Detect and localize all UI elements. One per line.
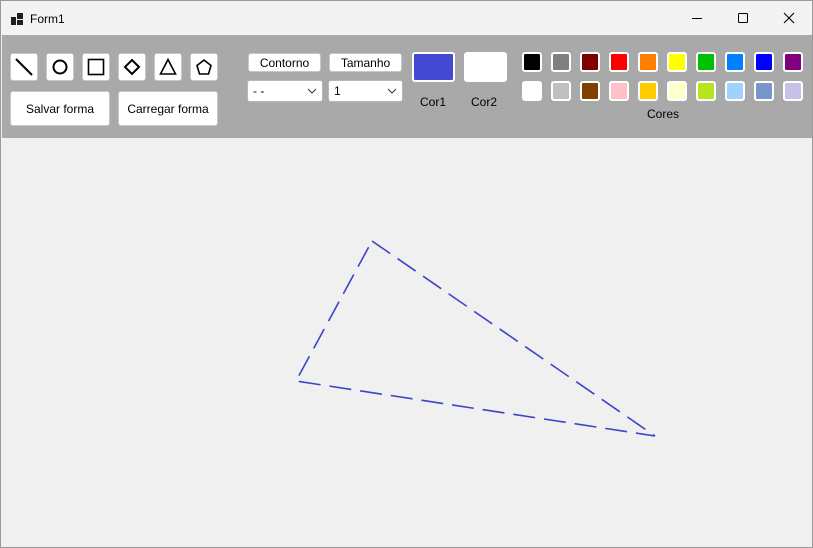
color2-swatch[interactable]: [464, 52, 507, 82]
outline-style-value: - -: [253, 84, 265, 98]
chevron-down-icon: [307, 88, 317, 94]
palette-color-swatch[interactable]: [580, 81, 600, 101]
title-bar[interactable]: Form1: [1, 1, 812, 35]
chevron-down-icon: [387, 88, 397, 94]
palette-color-swatch[interactable]: [696, 81, 716, 101]
app-icon: [11, 13, 23, 25]
palette-color-swatch[interactable]: [551, 81, 571, 101]
palette-color-swatch[interactable]: [783, 52, 803, 72]
pentagon-tool-button[interactable]: [190, 53, 218, 81]
app-window: Form1 Salvar forma Carregar forma Contor…: [0, 0, 813, 548]
palette-label: Cores: [647, 107, 680, 121]
palette-color-swatch[interactable]: [522, 52, 542, 72]
outline-style-select[interactable]: - -: [247, 80, 323, 102]
color2-label: Cor2: [471, 95, 498, 109]
palette-color-swatch[interactable]: [667, 81, 687, 101]
close-button[interactable]: [766, 1, 812, 35]
diamond-tool-button[interactable]: [118, 53, 146, 81]
palette-color-swatch[interactable]: [638, 81, 658, 101]
load-shape-button[interactable]: Carregar forma: [118, 91, 218, 126]
palette-color-swatch[interactable]: [638, 52, 658, 72]
maximize-icon: [738, 13, 748, 23]
toolbar: Salvar forma Carregar forma Contorno Tam…: [2, 35, 812, 138]
square-tool-button[interactable]: [82, 53, 110, 81]
size-value: 1: [334, 84, 341, 98]
palette-color-swatch[interactable]: [696, 52, 716, 72]
palette-color-swatch[interactable]: [580, 52, 600, 72]
diamond-icon: [123, 58, 141, 76]
size-select[interactable]: 1: [328, 80, 403, 102]
square-icon: [87, 58, 105, 76]
pentagon-icon: [196, 58, 212, 75]
palette-color-swatch[interactable]: [522, 81, 542, 101]
maximize-button[interactable]: [720, 1, 766, 35]
outline-button[interactable]: Contorno: [248, 53, 321, 72]
palette-color-swatch[interactable]: [609, 81, 629, 101]
circle-icon: [52, 59, 68, 75]
save-shape-button[interactable]: Salvar forma: [10, 91, 110, 126]
line-tool-button[interactable]: [10, 53, 38, 81]
palette-color-swatch[interactable]: [754, 52, 774, 72]
palette-color-swatch[interactable]: [667, 52, 687, 72]
triangle-icon: [159, 57, 177, 75]
close-icon: [783, 12, 795, 24]
palette-color-swatch[interactable]: [609, 52, 629, 72]
palette-color-swatch[interactable]: [754, 81, 774, 101]
size-button[interactable]: Tamanho: [329, 53, 402, 72]
line-icon: [15, 58, 33, 76]
color1-label: Cor1: [420, 95, 447, 109]
palette-color-swatch[interactable]: [725, 81, 745, 101]
palette-color-swatch[interactable]: [783, 81, 803, 101]
drawing-canvas[interactable]: [2, 138, 812, 547]
minimize-icon: [692, 18, 702, 19]
drawn-triangle: [294, 239, 656, 437]
triangle-tool-button[interactable]: [154, 53, 182, 81]
minimize-button[interactable]: [674, 1, 720, 35]
circle-tool-button[interactable]: [46, 53, 74, 81]
palette-color-swatch[interactable]: [725, 52, 745, 72]
palette-color-swatch[interactable]: [551, 52, 571, 72]
window-title: Form1: [30, 12, 65, 26]
drawing-surface: [294, 239, 656, 437]
color1-swatch[interactable]: [412, 52, 455, 82]
